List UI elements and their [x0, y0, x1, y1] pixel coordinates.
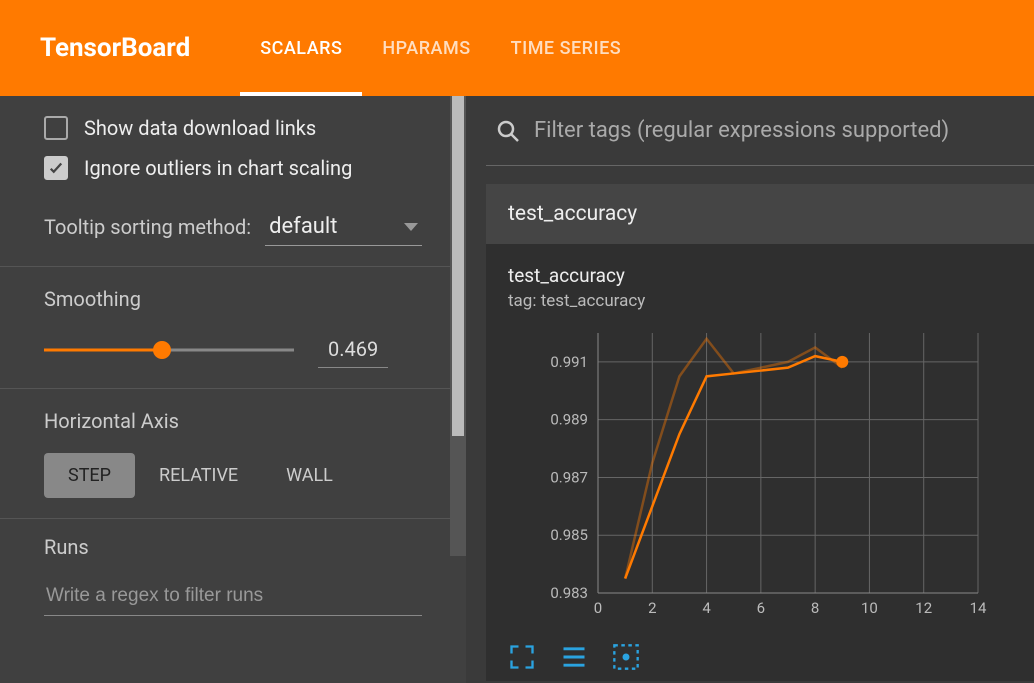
main-panel: Filter tags (regular expressions support…	[466, 96, 1034, 683]
runs-section: Runs	[0, 518, 466, 632]
svg-text:10: 10	[861, 599, 878, 617]
svg-text:12: 12	[915, 599, 932, 617]
smoothing-value[interactable]: 0.469	[318, 331, 388, 368]
sidebar-scrollbar[interactable]	[450, 96, 466, 556]
checkbox-icon	[44, 156, 68, 180]
svg-text:0: 0	[594, 599, 602, 617]
expand-icon[interactable]	[508, 643, 536, 671]
svg-text:0.987: 0.987	[550, 468, 588, 486]
checkbox-label: Show data download links	[84, 116, 316, 140]
tooltip-sorting-label: Tooltip sorting method:	[44, 215, 251, 239]
slider-thumb-icon	[153, 341, 171, 359]
svg-text:2: 2	[648, 599, 656, 617]
horizontal-axis-label: Horizontal Axis	[44, 409, 422, 433]
sidebar: Show data download links Ignore outliers…	[0, 96, 466, 683]
svg-text:0.989: 0.989	[550, 411, 588, 429]
header-tabs: SCALARS HPARAMS TIME SERIES	[260, 0, 621, 96]
chart-plot[interactable]: 0 2 4 6 8 10 12 14 0.983 0.985 0.987 0.989 0.991	[508, 323, 988, 623]
fit-icon[interactable]	[612, 643, 640, 671]
axis-step-button[interactable]: STEP	[44, 453, 135, 498]
svg-text:0.991: 0.991	[550, 353, 588, 371]
chart-subtitle: tag: test_accuracy	[508, 291, 1012, 311]
runs-label: Runs	[44, 535, 422, 559]
svg-text:0.985: 0.985	[550, 526, 588, 544]
chart-title: test_accuracy	[508, 264, 1012, 287]
list-icon[interactable]	[560, 643, 588, 671]
chart-toolbar	[486, 633, 1034, 681]
chart-card: test_accuracy test_accuracy tag: test_ac…	[486, 184, 1034, 681]
axis-wall-button[interactable]: WALL	[262, 453, 357, 498]
card-title[interactable]: test_accuracy	[486, 184, 1034, 244]
smoothing-section: Smoothing 0.469	[0, 266, 466, 388]
tab-time-series[interactable]: TIME SERIES	[511, 0, 622, 96]
tooltip-sorting-select[interactable]: default	[265, 208, 422, 246]
checkbox-icon	[44, 116, 68, 140]
app-header: TensorBoard SCALARS HPARAMS TIME SERIES	[0, 0, 1034, 96]
svg-text:14: 14	[970, 599, 987, 617]
svg-text:6: 6	[757, 599, 765, 617]
svg-text:0.983: 0.983	[550, 584, 588, 602]
axis-button-group: STEP RELATIVE WALL	[44, 453, 422, 498]
checkbox-label: Ignore outliers in chart scaling	[84, 156, 352, 180]
chevron-down-icon	[404, 223, 418, 231]
smoothing-label: Smoothing	[44, 287, 422, 311]
app-title: TensorBoard	[40, 33, 190, 63]
smoothing-slider[interactable]	[44, 340, 294, 360]
filter-bar[interactable]: Filter tags (regular expressions support…	[486, 96, 1034, 166]
chart-area: test_accuracy tag: test_accuracy 0 2 4 6 8 10…	[486, 244, 1034, 633]
sidebar-options: Show data download links Ignore outliers…	[0, 96, 466, 266]
show-download-links-checkbox[interactable]: Show data download links	[44, 116, 422, 140]
content: Show data download links Ignore outliers…	[0, 96, 1034, 683]
horizontal-axis-section: Horizontal Axis STEP RELATIVE WALL	[0, 388, 466, 518]
search-icon	[496, 119, 520, 143]
axis-relative-button[interactable]: RELATIVE	[135, 453, 262, 498]
runs-filter-input[interactable]	[44, 577, 422, 616]
filter-placeholder: Filter tags (regular expressions support…	[534, 118, 949, 143]
smoothing-row: 0.469	[44, 331, 422, 368]
tooltip-sorting-row: Tooltip sorting method: default	[44, 208, 422, 246]
ignore-outliers-checkbox[interactable]: Ignore outliers in chart scaling	[44, 156, 422, 180]
svg-text:4: 4	[702, 599, 711, 617]
tab-scalars[interactable]: SCALARS	[260, 0, 342, 96]
svg-text:8: 8	[811, 599, 819, 617]
tab-hparams[interactable]: HPARAMS	[382, 0, 470, 96]
tooltip-sorting-value: default	[269, 214, 337, 239]
